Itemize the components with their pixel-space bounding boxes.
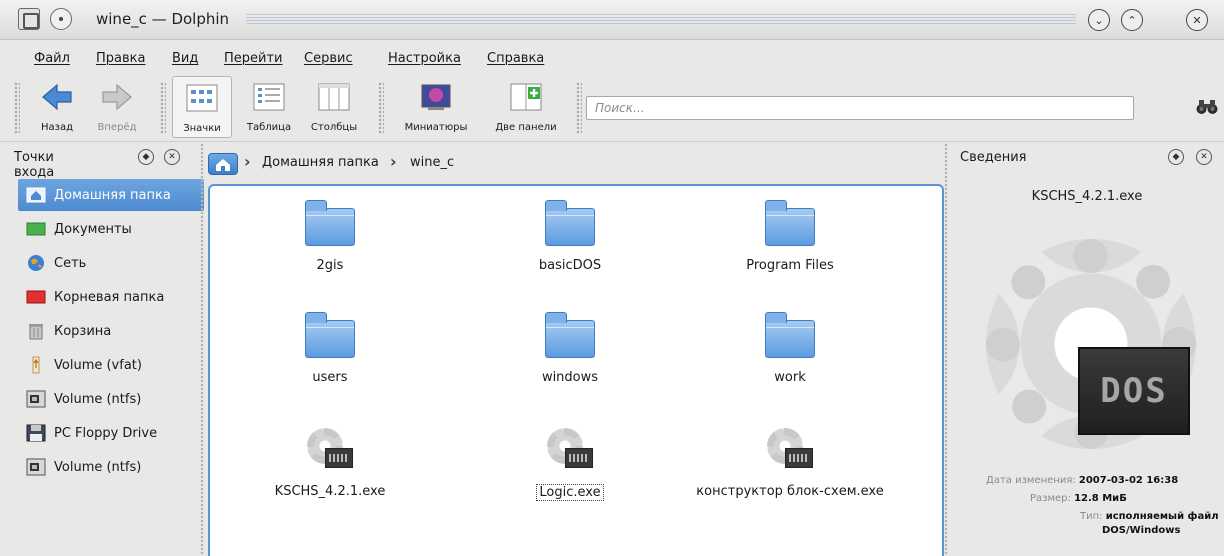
details-view-icon — [252, 80, 286, 114]
file-item[interactable]: Logic.exe — [450, 426, 690, 501]
menu-go[interactable]: Перейти — [224, 51, 283, 66]
breadcrumb-current[interactable]: wine_c — [410, 155, 454, 170]
search-placeholder: Поиск... — [595, 101, 645, 115]
icons-view-button[interactable]: Значки — [172, 76, 232, 138]
details-view-button[interactable]: Таблица — [240, 76, 298, 138]
folder-icon — [765, 312, 815, 360]
toolbar-grip[interactable] — [576, 82, 582, 134]
folder-icon — [305, 200, 355, 248]
usb-drive-icon — [26, 356, 46, 374]
splitter-left[interactable] — [200, 143, 204, 556]
back-button[interactable]: Назад — [30, 76, 84, 138]
forward-button[interactable]: Вперёд — [90, 76, 144, 138]
split-view-icon — [509, 80, 543, 114]
info-size: Размер: 12.8 МиБ — [1030, 493, 1127, 504]
dos-preview-icon: DOS — [1078, 347, 1190, 435]
place-floppy[interactable]: PC Floppy Drive — [18, 417, 204, 449]
floppy-icon — [26, 424, 46, 442]
folder-icon — [765, 200, 815, 248]
forward-arrow-icon — [100, 80, 134, 114]
place-network[interactable]: Сеть — [18, 247, 204, 279]
place-volume-vfat[interactable]: Volume (vfat) — [18, 349, 204, 381]
menu-tools[interactable]: Сервис — [304, 51, 353, 66]
icons-view-icon — [185, 81, 219, 115]
breadcrumb-separator-icon: › — [390, 152, 397, 171]
places-panel: Точки входа ◆ ✕ Домашняя папка Документы… — [12, 143, 204, 556]
columns-view-icon — [317, 80, 351, 114]
file-item[interactable]: Program Files — [670, 200, 910, 273]
folder-icon — [545, 200, 595, 248]
menu-settings[interactable]: Настройка — [388, 51, 461, 66]
file-item[interactable]: windows — [450, 312, 690, 385]
place-documents[interactable]: Документы — [18, 213, 204, 245]
window-title: wine_c — Dolphin — [96, 10, 230, 28]
breadcrumb-separator-icon: › — [244, 152, 251, 171]
file-item[interactable]: work — [670, 312, 910, 385]
executable-gear-icon — [545, 426, 595, 474]
search-input[interactable]: Поиск... — [586, 96, 1134, 120]
pin-icon[interactable] — [50, 8, 72, 30]
breadcrumb-home[interactable]: Домашняя папка — [262, 155, 379, 170]
file-item[interactable]: basicDOS — [450, 200, 690, 273]
columns-view-button[interactable]: Столбцы — [304, 76, 364, 138]
close-panel-icon[interactable]: ✕ — [1196, 149, 1212, 165]
file-item[interactable]: конструктор блок-схем.exe — [670, 426, 910, 499]
places-title: Точки входа — [14, 150, 55, 180]
place-trash[interactable]: Корзина — [18, 315, 204, 347]
menu-view[interactable]: Вид — [172, 51, 198, 66]
float-icon[interactable]: ◆ — [1168, 149, 1184, 165]
info-modified: Дата изменения: 2007-03-02 16:38 — [986, 475, 1179, 486]
info-panel: Сведения ◆ ✕ KSCHS_4.2.1.exe DOS Дата из… — [950, 143, 1224, 556]
info-title: Сведения — [960, 150, 1027, 165]
toolbar: Назад Вперёд Значки Таблица Столбцы Мини… — [0, 74, 1224, 142]
folder-icon — [305, 312, 355, 360]
file-item[interactable]: KSCHS_4.2.1.exe — [210, 426, 450, 499]
menu-bar: Файл Правка Вид Перейти Сервис Настройка… — [0, 40, 1224, 74]
close-button[interactable]: ✕ — [1186, 9, 1208, 31]
root-folder-icon — [26, 288, 46, 306]
minimize-button[interactable]: ⌄ — [1088, 9, 1110, 31]
binoculars-search-icon[interactable] — [1196, 98, 1218, 116]
info-type-cont: DOS/Windows — [1102, 525, 1181, 536]
info-filename: KSCHS_4.2.1.exe — [1031, 189, 1143, 204]
home-icon[interactable] — [208, 153, 238, 175]
executable-gear-icon — [305, 426, 355, 474]
menu-help[interactable]: Справка — [487, 51, 544, 66]
network-globe-icon — [26, 254, 46, 272]
info-type: Тип: исполняемый файл — [1080, 511, 1219, 522]
place-volume-ntfs-2[interactable]: Volume (ntfs) — [18, 451, 204, 483]
toolbar-grip[interactable] — [160, 82, 166, 134]
place-home[interactable]: Домашняя папка — [18, 179, 204, 211]
menu-edit[interactable]: Правка — [96, 51, 145, 66]
close-panel-icon[interactable]: ✕ — [164, 149, 180, 165]
breadcrumb: › Домашняя папка › wine_c — [204, 143, 944, 183]
executable-gear-icon — [765, 426, 815, 474]
toolbar-grip[interactable] — [14, 82, 20, 134]
splitter-right[interactable] — [944, 143, 948, 556]
file-item[interactable]: users — [210, 312, 450, 385]
place-root[interactable]: Корневая папка — [18, 281, 204, 313]
preview-button[interactable]: Миниатюры — [394, 76, 478, 138]
float-icon[interactable]: ◆ — [138, 149, 154, 165]
trash-icon — [26, 322, 46, 340]
split-view-button[interactable]: Две панели — [484, 76, 568, 138]
documents-icon — [26, 220, 46, 238]
back-arrow-icon — [40, 80, 74, 114]
window-menu-icon[interactable] — [18, 8, 40, 30]
place-volume-ntfs-1[interactable]: Volume (ntfs) — [18, 383, 204, 415]
maximize-button[interactable]: ⌃ — [1121, 9, 1143, 31]
title-bar: wine_c — Dolphin ⌄ ⌃ ✕ — [0, 0, 1224, 40]
menu-file[interactable]: Файл — [34, 51, 70, 66]
hard-drive-icon — [26, 458, 46, 476]
hard-drive-icon — [26, 390, 46, 408]
file-view[interactable]: 2gis basicDOS Program Files users window… — [208, 184, 944, 556]
home-icon — [26, 186, 46, 204]
folder-icon — [545, 312, 595, 360]
file-item[interactable]: 2gis — [210, 200, 450, 273]
title-decoration — [246, 14, 1076, 26]
preview-icon — [419, 80, 453, 114]
toolbar-grip[interactable] — [378, 82, 384, 134]
